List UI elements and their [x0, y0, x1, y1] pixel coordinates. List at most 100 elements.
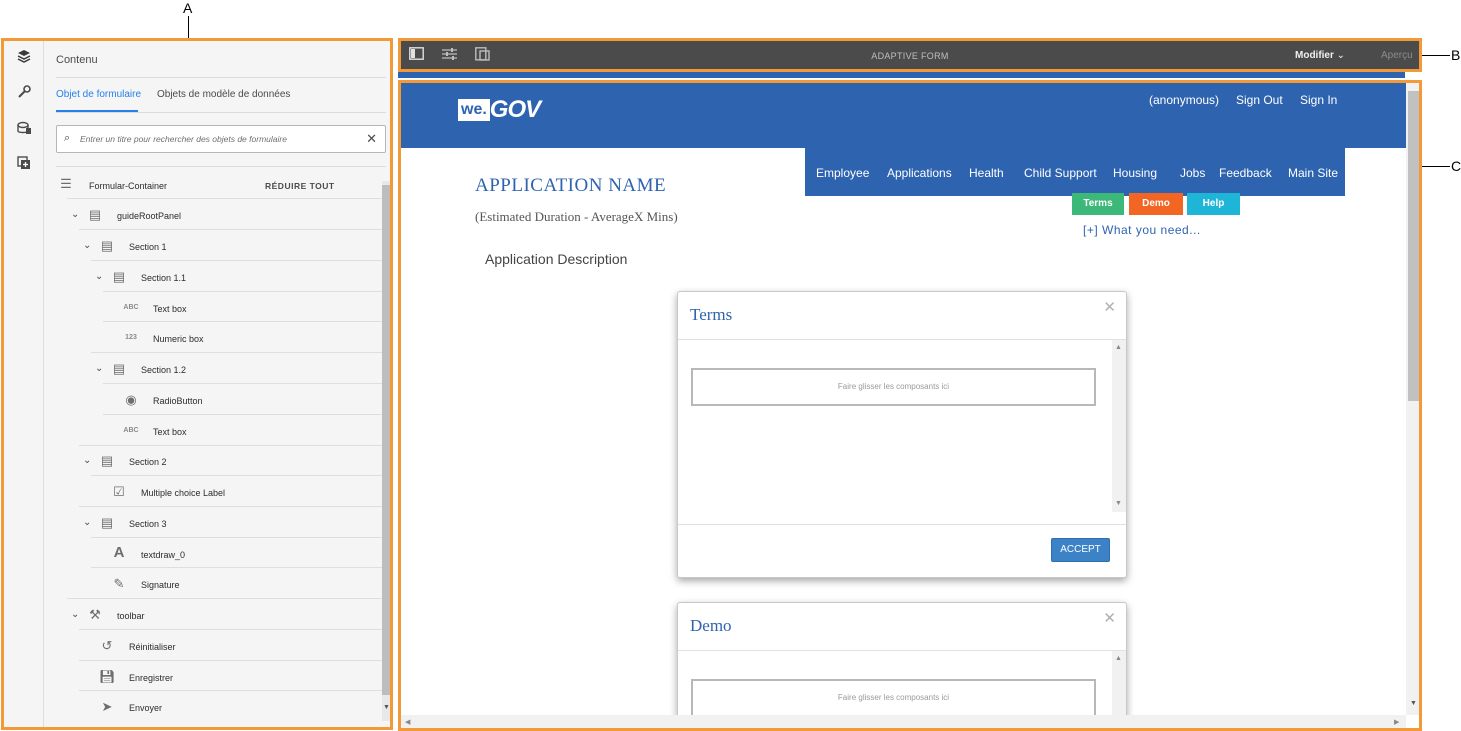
tree-row[interactable]: 💾︎ Enregistrer: [79, 663, 382, 693]
divider: [678, 650, 1126, 651]
tree-item-label: Section 1.1: [141, 273, 187, 283]
save-icon: 💾︎: [99, 669, 116, 684]
radio-icon: ◉: [125, 392, 137, 407]
tree-row[interactable]: ⌄ ▤ Section 1.2: [91, 355, 382, 385]
tree-row[interactable]: ⌄ ⚒ toolbar: [67, 601, 382, 631]
estimated-duration: (Estimated Duration - AverageX Mins): [475, 209, 678, 224]
wrench-icon[interactable]: [15, 85, 33, 103]
accept-button[interactable]: ACCEPT: [1051, 538, 1110, 562]
chevron-down-icon[interactable]: ⌄: [83, 240, 91, 251]
tab-data-model-objects[interactable]: Objets de modèle de données: [157, 89, 290, 100]
scroll-up-icon[interactable]: ▲: [1115, 344, 1122, 351]
tree-row[interactable]: ☑ Multiple choice Label: [91, 478, 382, 508]
scroll-down-icon[interactable]: ▼: [383, 704, 390, 711]
clear-search-icon[interactable]: ✕: [366, 131, 377, 147]
nav-jobs[interactable]: Jobs: [1180, 166, 1205, 180]
content-panel: Contenu Objet de formulaire Objets de mo…: [1, 38, 393, 730]
tree-row[interactable]: ⌄ ▤ guideRootPanel: [67, 201, 382, 231]
scroll-left-icon[interactable]: ◀: [405, 718, 410, 726]
preview-vertical-scrollbar[interactable]: ▼: [1406, 83, 1419, 715]
tree-row[interactable]: ↺ Réinitialiser: [79, 632, 382, 662]
chevron-down-icon[interactable]: ⌄: [71, 209, 79, 220]
divider: [56, 166, 386, 167]
tree-row[interactable]: ⌄ ▤ Section 3: [79, 509, 382, 539]
preview-horizontal-scrollbar[interactable]: ◀ ▶: [401, 715, 1406, 728]
nav-main-site[interactable]: Main Site: [1288, 166, 1338, 180]
site-logo[interactable]: we. GOV: [458, 96, 541, 123]
data-sources-icon[interactable]: [15, 121, 33, 139]
panel-title: Contenu: [56, 54, 98, 66]
terms-button[interactable]: Terms: [1072, 193, 1124, 215]
callout-a-line: [188, 16, 189, 38]
scroll-right-icon[interactable]: ▶: [1394, 718, 1399, 726]
tab-form-objects[interactable]: Objet de formulaire: [56, 89, 141, 100]
tree-row[interactable]: ◉ RadioButton: [103, 386, 382, 416]
checkbox-icon: ☑: [113, 484, 125, 499]
chevron-down-icon[interactable]: ⌄: [83, 517, 91, 528]
tree-row[interactable]: ABC Text box: [103, 417, 382, 447]
tree-row[interactable]: ➤ Envoyer: [79, 693, 382, 723]
chevron-down-icon[interactable]: ⌄: [95, 363, 103, 374]
chevron-down-icon[interactable]: ⌄: [71, 609, 79, 620]
drop-zone[interactable]: Faire glisser les composants ici: [691, 679, 1096, 717]
reset-icon: ↺: [101, 638, 113, 653]
panel-icon: ▤: [112, 361, 126, 376]
tree-item-label: Section 1: [129, 242, 167, 252]
tree-row-container[interactable]: ☰ Formular-Container: [56, 171, 386, 201]
nav-employee[interactable]: Employee: [816, 166, 869, 180]
layers-icon[interactable]: [15, 49, 33, 67]
mode-selector[interactable]: Modifier ⌄: [1295, 50, 1345, 61]
search-field[interactable]: ⌕ Entrer un titre pour rechercher des ob…: [56, 125, 386, 153]
panel-icon: ▤: [100, 515, 114, 530]
tree-item-label: textdraw_0: [141, 550, 186, 560]
tree-item-label: Section 3: [129, 519, 167, 529]
collapse-all-button[interactable]: RÉDUIRE TOUT: [265, 181, 335, 191]
nav-feedback[interactable]: Feedback: [1219, 166, 1272, 180]
sign-in-link[interactable]: Sign In: [1300, 93, 1337, 107]
text-field-icon: ABC: [123, 427, 139, 434]
scrollbar-thumb[interactable]: [1408, 91, 1419, 401]
tree-row[interactable]: 123 Numeric box: [103, 324, 382, 354]
tree-row[interactable]: ✎ Signature: [91, 570, 382, 600]
tree-item-label: Signature: [141, 580, 180, 590]
chevron-down-icon[interactable]: ⌄: [95, 271, 103, 282]
preview-button[interactable]: Aperçu: [1381, 50, 1413, 61]
drop-zone[interactable]: Faire glisser les composants ici: [691, 368, 1096, 406]
callout-c: C: [1451, 158, 1461, 174]
tree-row[interactable]: ⌄ ▤ Section 1.1: [91, 263, 382, 293]
demo-button[interactable]: Demo: [1129, 193, 1183, 215]
help-button[interactable]: Help: [1187, 193, 1240, 215]
scroll-up-icon[interactable]: ▲: [1115, 655, 1122, 662]
nav-child-support[interactable]: Child Support: [1024, 166, 1097, 180]
callout-a: A: [183, 0, 193, 16]
tree-row[interactable]: ⌄ ▤ Section 1: [79, 232, 382, 262]
nav-housing[interactable]: Housing: [1113, 166, 1157, 180]
scrollbar-thumb[interactable]: [382, 185, 390, 695]
tree-item-label: guideRootPanel: [117, 211, 182, 221]
search-icon: ⌕: [64, 132, 71, 144]
chevron-down-icon[interactable]: ⌄: [83, 455, 91, 466]
logo-gov: GOV: [489, 96, 541, 123]
nav-health[interactable]: Health: [969, 166, 1004, 180]
add-component-icon[interactable]: [15, 156, 33, 174]
tree-item-label: Multiple choice Label: [141, 488, 226, 498]
tree-row[interactable]: ⌄ ▤ Section 2: [79, 447, 382, 477]
nav-applications[interactable]: Applications: [887, 166, 952, 180]
scroll-down-icon[interactable]: ▼: [1410, 700, 1417, 707]
tree-row[interactable]: A textdraw_0: [91, 540, 382, 570]
user-anonymous-link[interactable]: (anonymous): [1149, 93, 1219, 107]
form-preview: we. GOV (anonymous) Sign Out Sign In Empl…: [398, 80, 1422, 731]
close-icon[interactable]: ✕: [1103, 298, 1116, 316]
modal-scrollbar[interactable]: ▲ ▼: [1112, 340, 1126, 512]
tree-scrollbar[interactable]: [382, 181, 390, 721]
close-icon[interactable]: ✕: [1103, 609, 1116, 627]
demo-modal: Demo ✕ Faire glisser les composants ici …: [677, 602, 1127, 728]
what-you-need-link[interactable]: [+] What you need...: [1083, 223, 1201, 237]
scroll-down-icon[interactable]: ▼: [1115, 500, 1122, 507]
send-icon: ➤: [101, 699, 113, 714]
tree-item-label: Text box: [153, 304, 187, 314]
tree-row[interactable]: ABC Text box: [103, 294, 382, 324]
modal-title: Terms: [690, 305, 733, 324]
sign-out-link[interactable]: Sign Out: [1236, 93, 1283, 107]
editor-top-strip: [398, 72, 1405, 78]
